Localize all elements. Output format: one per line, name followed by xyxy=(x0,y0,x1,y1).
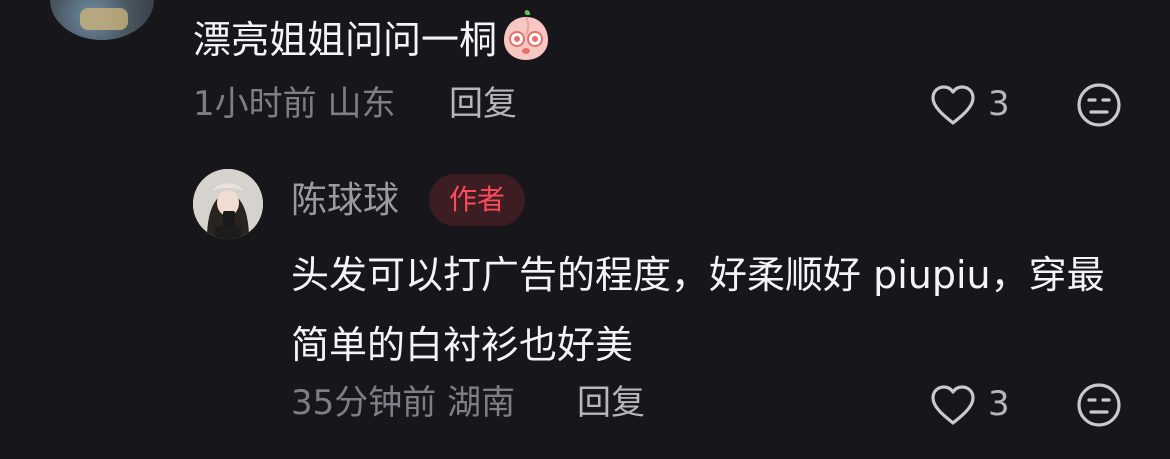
meh-face-icon[interactable] xyxy=(1076,82,1122,128)
author-avatar-image xyxy=(193,169,263,239)
comment-text: 漂亮姐姐问问一桐 xyxy=(193,9,551,66)
reply-time: 35分钟前 xyxy=(291,383,437,423)
comment-location: 山东 xyxy=(327,84,396,124)
comment-meta: 1小时前 山东 xyxy=(193,82,395,126)
author-badge: 作者 xyxy=(429,174,525,226)
meh-face-icon[interactable] xyxy=(1076,382,1122,428)
reply-meta: 35分钟前 湖南 xyxy=(291,381,515,425)
author-avatar[interactable] xyxy=(193,169,263,239)
avatar[interactable] xyxy=(50,0,154,40)
like-button[interactable]: 3 xyxy=(930,82,1020,128)
comment-time: 1小时前 xyxy=(193,84,317,124)
like-button[interactable]: 3 xyxy=(930,382,1020,428)
heart-outline-icon xyxy=(931,85,975,125)
like-count: 3 xyxy=(988,84,1010,124)
comment-body: 漂亮姐姐问问一桐 xyxy=(193,18,498,62)
reply-comment-text: 头发可以打广告的程度，好柔顺好 piupiu，穿最简单的白衬衫也好美 xyxy=(291,253,1105,367)
like-count: 3 xyxy=(988,384,1010,424)
peach-face-emoji-icon xyxy=(504,10,549,60)
reply-button[interactable]: 回复 xyxy=(449,82,517,126)
reply-button[interactable]: 回复 xyxy=(577,381,645,425)
heart-outline-icon xyxy=(931,385,975,425)
reply-location: 湖南 xyxy=(447,383,516,423)
author-name[interactable]: 陈球球 xyxy=(291,178,399,224)
